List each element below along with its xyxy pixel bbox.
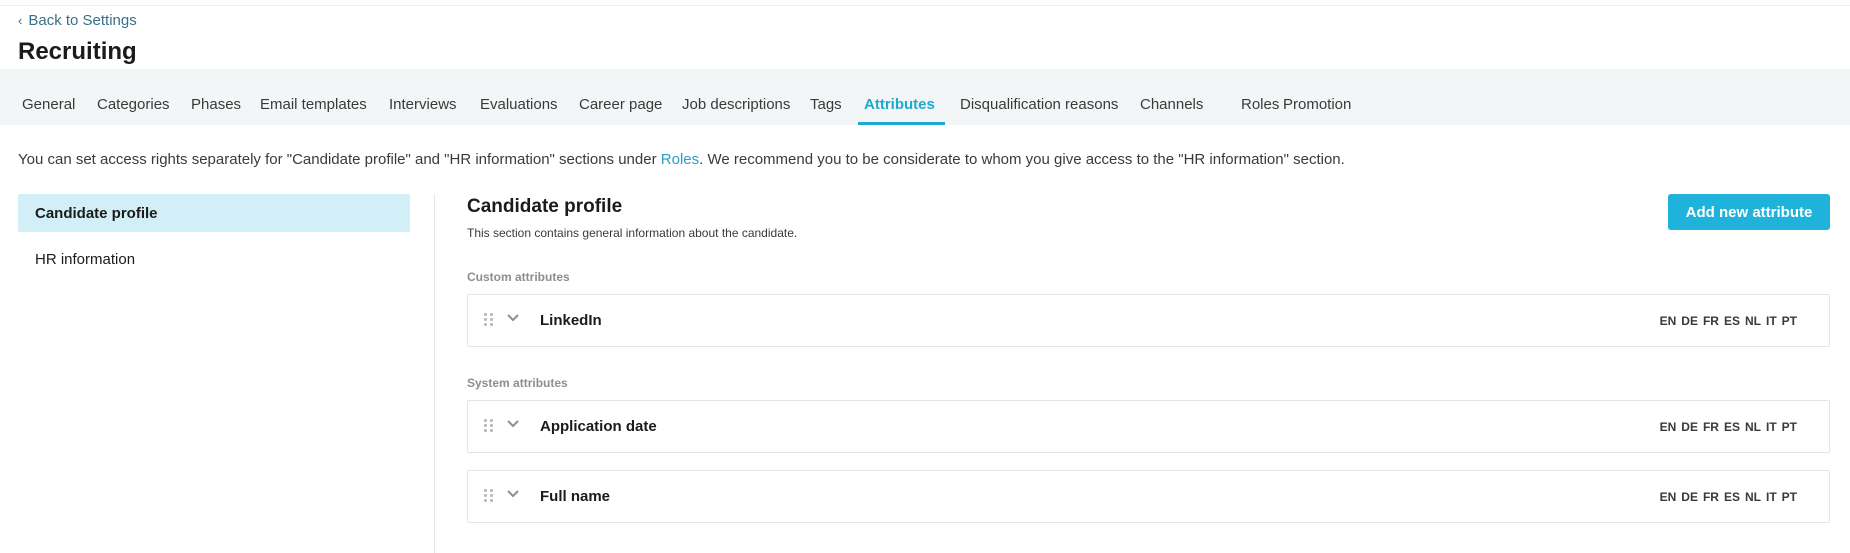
drag-handle-icon[interactable] (484, 419, 494, 433)
vertical-divider (434, 194, 435, 553)
custom-attributes-label: Custom attributes (467, 270, 570, 284)
info-text-before: You can set access rights separately for… (18, 151, 661, 168)
language-list: EN DE FR ES NL IT PT (1655, 314, 1797, 328)
add-new-attribute-button[interactable]: Add new attribute (1668, 194, 1830, 230)
lang-pt[interactable]: PT (1782, 314, 1797, 328)
lang-nl[interactable]: NL (1745, 314, 1761, 328)
tab-attributes[interactable]: Attributes (858, 69, 945, 125)
lang-de[interactable]: DE (1681, 314, 1698, 328)
attribute-row-application-date[interactable]: Application date EN DE FR ES NL IT PT (467, 400, 1830, 453)
tab-categories[interactable]: Categories (97, 69, 170, 125)
chevron-down-icon[interactable] (506, 487, 520, 501)
sidebar-item-candidate-profile[interactable]: Candidate profile (18, 194, 410, 232)
lang-es[interactable]: ES (1724, 490, 1740, 504)
sidebar-item-hr-information[interactable]: HR information (18, 240, 410, 278)
language-list: EN DE FR ES NL IT PT (1655, 420, 1797, 434)
tab-disqualification-reasons[interactable]: Disqualification reasons (960, 69, 1118, 125)
system-attributes-label: System attributes (467, 376, 568, 390)
info-text-after: . We recommend you to be considerate to … (699, 151, 1345, 168)
drag-handle-icon[interactable] (484, 489, 494, 503)
roles-link[interactable]: Roles (661, 151, 699, 168)
back-link-label: Back to Settings (28, 12, 137, 29)
tab-email-templates[interactable]: Email templates (260, 69, 367, 125)
tab-roles[interactable]: Roles (1241, 69, 1279, 125)
lang-nl[interactable]: NL (1745, 420, 1761, 434)
attribute-row-linkedin[interactable]: LinkedIn EN DE FR ES NL IT PT (467, 294, 1830, 347)
tab-phases[interactable]: Phases (191, 69, 241, 125)
lang-it[interactable]: IT (1766, 490, 1777, 504)
section-title: Candidate profile (467, 196, 623, 217)
top-border (0, 0, 1850, 6)
tab-promotion[interactable]: Promotion (1283, 69, 1351, 125)
lang-fr[interactable]: FR (1703, 420, 1719, 434)
settings-tabs: General Categories Phases Email template… (0, 69, 1850, 125)
lang-fr[interactable]: FR (1703, 490, 1719, 504)
lang-it[interactable]: IT (1766, 420, 1777, 434)
tab-career-page[interactable]: Career page (579, 69, 662, 125)
tab-tags[interactable]: Tags (810, 69, 842, 125)
back-to-settings-link[interactable]: ‹ Back to Settings (18, 12, 137, 29)
lang-es[interactable]: ES (1724, 420, 1740, 434)
lang-pt[interactable]: PT (1782, 420, 1797, 434)
attribute-row-full-name[interactable]: Full name EN DE FR ES NL IT PT (467, 470, 1830, 523)
attribute-name: LinkedIn (540, 312, 602, 329)
sidebar-item-label: Candidate profile (35, 205, 158, 222)
lang-de[interactable]: DE (1681, 490, 1698, 504)
lang-de[interactable]: DE (1681, 420, 1698, 434)
page-title: Recruiting (18, 38, 137, 65)
language-list: EN DE FR ES NL IT PT (1655, 490, 1797, 504)
sidebar-item-label: HR information (35, 251, 136, 268)
attribute-name: Full name (540, 488, 611, 505)
lang-nl[interactable]: NL (1745, 490, 1761, 504)
tab-evaluations[interactable]: Evaluations (480, 69, 558, 125)
drag-handle-icon[interactable] (484, 313, 494, 327)
lang-en[interactable]: EN (1660, 490, 1677, 504)
access-rights-info: You can set access rights separately for… (18, 151, 1345, 168)
chevron-left-icon: ‹ (18, 13, 23, 28)
attribute-name: Application date (540, 418, 657, 435)
lang-it[interactable]: IT (1766, 314, 1777, 328)
lang-en[interactable]: EN (1660, 314, 1677, 328)
section-description: This section contains general informatio… (467, 226, 798, 240)
tab-interviews[interactable]: Interviews (389, 69, 457, 125)
chevron-down-icon[interactable] (506, 417, 520, 431)
lang-en[interactable]: EN (1660, 420, 1677, 434)
tab-channels[interactable]: Channels (1140, 69, 1203, 125)
lang-fr[interactable]: FR (1703, 314, 1719, 328)
tab-job-descriptions[interactable]: Job descriptions (682, 69, 790, 125)
chevron-down-icon[interactable] (506, 311, 520, 325)
lang-es[interactable]: ES (1724, 314, 1740, 328)
lang-pt[interactable]: PT (1782, 490, 1797, 504)
tab-general[interactable]: General (22, 69, 75, 125)
